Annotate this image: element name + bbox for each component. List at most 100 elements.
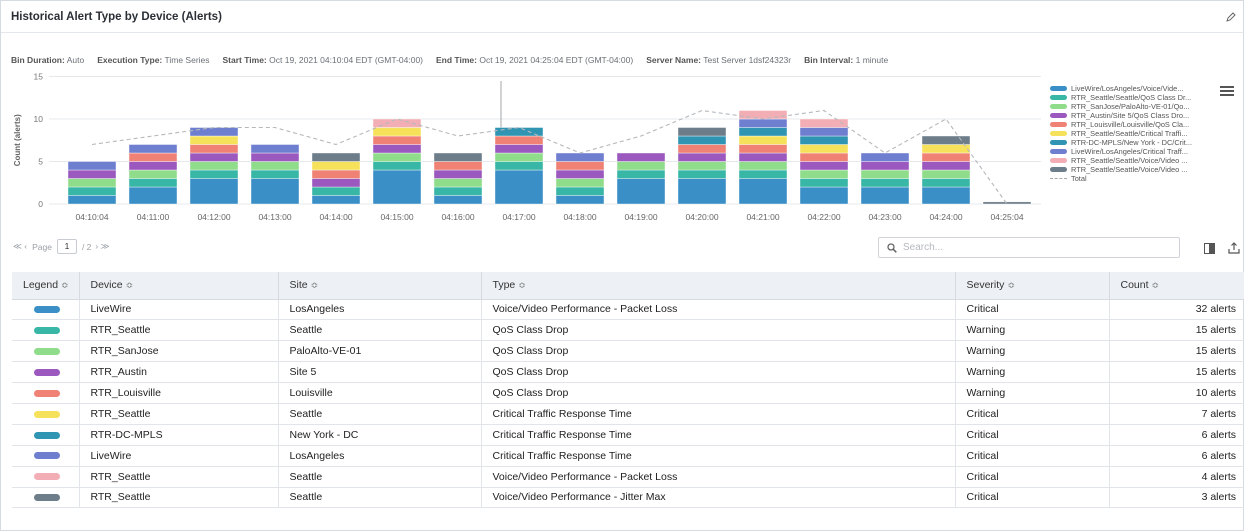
search-box[interactable]	[878, 237, 1180, 258]
legend-swatch	[34, 368, 60, 376]
legend-swatch	[1050, 104, 1067, 109]
x-tick-label: 04:12:00	[197, 212, 230, 222]
device-cell: RTR_Austin	[78, 361, 278, 384]
legend-item[interactable]: LiveWire/LosAngeles/Critical Traff...	[1050, 147, 1210, 156]
meta-label: Execution Type:	[97, 55, 163, 65]
sort-icon[interactable]: ≎	[126, 280, 134, 290]
table-row[interactable]: RTR_Louisville Louisville QoS Class Drop Wa…	[12, 382, 1244, 404]
meta-label: Bin Interval:	[804, 55, 854, 65]
bar-segment	[433, 161, 483, 171]
bar-segment	[494, 161, 544, 171]
meta-value: 1 minute	[855, 55, 889, 65]
legend-swatch	[34, 473, 60, 481]
column-header-type[interactable]: Type ≎	[480, 272, 955, 300]
bar-segment	[799, 169, 849, 179]
legend-item[interactable]: RTR_Seattle/Seattle/Voice/Video ...	[1050, 156, 1210, 165]
x-tick-label: 04:15:00	[380, 212, 413, 222]
bar-segment	[189, 178, 239, 205]
table-row[interactable]: LiveWire LosAngeles Critical Traffic Respo…	[12, 445, 1244, 467]
bar-segment	[250, 144, 300, 154]
legend-cell	[12, 340, 79, 363]
export-icon[interactable]	[1228, 242, 1240, 254]
sort-icon[interactable]: ≎	[61, 280, 69, 290]
legend-label: RTR_Louisville/Louisville/QoS Cla...	[1071, 120, 1190, 129]
bar-segment	[67, 178, 117, 188]
legend-swatch	[1050, 140, 1067, 145]
severity-cell: Warning	[954, 361, 1109, 384]
column-header-severity[interactable]: Severity ≎	[954, 272, 1109, 300]
page-total: / 2	[81, 241, 92, 252]
table-row[interactable]: RTR_Austin Site 5 QoS Class Drop Warning 15 …	[12, 361, 1244, 384]
bar-segment	[555, 161, 605, 171]
stacked-bar-chart: 0 5 10 15 Count (alerts) 04:10:04 04:11:00 04:1…	[13, 72, 1041, 222]
site-cell: Seattle	[277, 487, 481, 509]
bar-segment	[250, 152, 300, 162]
page-number-input[interactable]: 1	[56, 239, 77, 254]
table-row[interactable]: RTR_Seattle Seattle Critical Traffic Respo…	[12, 403, 1244, 425]
search-input[interactable]	[903, 240, 1173, 255]
type-cell: Critical Traffic Response Time	[480, 403, 955, 425]
legend-cell	[12, 466, 79, 488]
legend-label: RTR_Austin/Site 5/QoS Class Dro...	[1071, 111, 1190, 120]
report-metadata: Bin Duration: Auto Execution Type: Time S…	[11, 55, 901, 65]
table-row[interactable]: RTR-DC-MPLS New York - DC Critical Traffic…	[12, 424, 1244, 446]
bar-segment	[372, 144, 422, 154]
meta-label: End Time:	[436, 55, 477, 65]
legend-item[interactable]: RTR-DC-MPLS/New York - DC/Crit...	[1050, 138, 1210, 147]
chart-menu-icon[interactable]	[1220, 86, 1234, 96]
column-header-site[interactable]: Site ≎	[277, 272, 481, 300]
legend-item[interactable]: RTR_SanJose/PaloAlto-VE-01/Qo...	[1050, 102, 1210, 111]
bar-segment	[616, 178, 666, 205]
legend-item[interactable]: RTR_Austin/Site 5/QoS Class Dro...	[1050, 111, 1210, 120]
legend-item[interactable]: RTR_Seattle/Seattle/Voice/Video ...	[1050, 165, 1210, 174]
legend-label: Total	[1071, 174, 1087, 183]
panel-title: Historical Alert Type by Device (Alerts)	[11, 11, 222, 23]
bar-segment	[921, 186, 971, 205]
x-tick-label: 04:19:00	[624, 212, 657, 222]
table-row[interactable]: RTR_Seattle Seattle Voice/Video Performanc…	[12, 466, 1244, 488]
bar-segment	[250, 178, 300, 205]
columns-icon[interactable]	[1204, 243, 1215, 254]
type-cell: Voice/Video Performance - Packet Loss	[480, 299, 955, 321]
bar-segment	[128, 144, 178, 154]
pager-next-controls[interactable]: › ≫	[95, 241, 109, 252]
legend-item[interactable]: RTR_Seattle/Seattle/Critical Traffi...	[1050, 129, 1210, 138]
pager-prev-controls[interactable]: ≪ ‹	[13, 241, 27, 252]
bar-segment	[433, 195, 483, 205]
sort-icon[interactable]: ≎	[1007, 280, 1015, 290]
legend-item-total[interactable]: Total	[1050, 174, 1210, 183]
column-header-count[interactable]: Count ≎	[1108, 272, 1244, 300]
bar-segment	[799, 118, 849, 128]
bar-segment	[494, 144, 544, 154]
sort-icon[interactable]: ≎	[1152, 280, 1160, 290]
bar-segment	[311, 161, 361, 171]
bar-segment	[189, 144, 239, 154]
legend-item[interactable]: LiveWire/LosAngeles/Voice/Vide...	[1050, 84, 1210, 93]
table-row[interactable]: RTR_SanJose PaloAlto-VE-01 QoS Class Drop W…	[12, 340, 1244, 363]
bar-segment	[433, 186, 483, 196]
column-header-label: Type	[492, 279, 516, 292]
column-header-device[interactable]: Device ≎	[78, 272, 278, 300]
column-header-label: Device	[90, 279, 123, 292]
column-header-label: Count	[1120, 279, 1149, 292]
legend-swatch	[34, 452, 60, 460]
table-row[interactable]: RTR_Seattle Seattle Voice/Video Performanc…	[12, 487, 1244, 509]
legend-swatch	[34, 389, 60, 397]
edit-icon[interactable]	[1225, 11, 1237, 23]
bar-segment	[555, 152, 605, 162]
x-tick-label: 04:10:04	[75, 212, 108, 222]
sort-icon[interactable]: ≎	[518, 280, 526, 290]
table-row[interactable]: LiveWire LosAngeles Voice/Video Performanc…	[12, 299, 1244, 321]
bar-segment	[921, 169, 971, 179]
bar-segment	[250, 169, 300, 179]
sort-icon[interactable]: ≎	[311, 280, 319, 290]
column-header-legend[interactable]: Legend ≎	[12, 272, 79, 300]
count-cell: 4 alerts	[1108, 466, 1244, 488]
legend-item[interactable]: RTR_Seattle/Seattle/QoS Class Dr...	[1050, 93, 1210, 102]
bar-segment	[677, 161, 727, 171]
legend-item[interactable]: RTR_Louisville/Louisville/QoS Cla...	[1050, 120, 1210, 129]
type-cell: QoS Class Drop	[480, 340, 955, 363]
table-row[interactable]: RTR_Seattle Seattle QoS Class Drop Warning 1…	[12, 319, 1244, 342]
report-panel: Historical Alert Type by Device (Alerts)…	[0, 0, 1244, 531]
type-cell: QoS Class Drop	[480, 319, 955, 342]
